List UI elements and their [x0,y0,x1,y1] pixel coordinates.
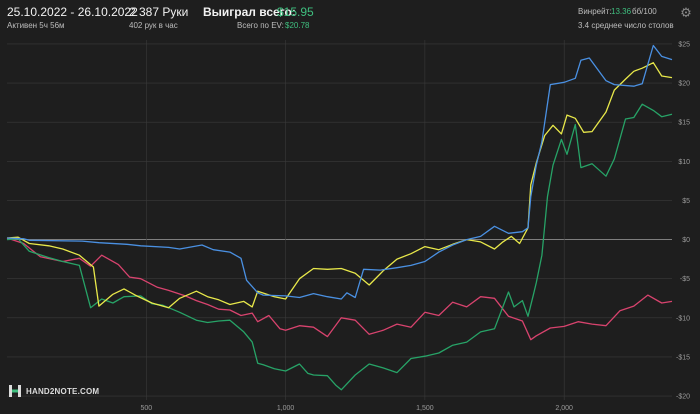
y-tick-label: $25 [678,41,690,48]
y-tick-label: -$5 [680,276,690,283]
y-tick-label: $0 [682,237,690,244]
y-axis-ticks: $25 $20 $15 $10 $5 $0 -$5 -$10 -$15 -$20 [676,41,690,400]
chart-grid [7,40,672,400]
series-line-green [6,103,673,391]
y-tick-label: $15 [678,120,690,127]
y-tick-label: $5 [682,198,690,205]
chart-series [6,44,673,391]
hand2note-logo: HAND2NOTE.COM [8,383,99,399]
logo-text: HAND2NOTE.COM [26,386,100,396]
y-tick-label: -$20 [676,394,690,401]
y-tick-label: -$15 [676,354,690,361]
line-chart: $25 $20 $15 $10 $5 $0 -$5 -$10 -$15 -$20 500 1,000… [6,40,690,412]
series-line-red [6,237,673,341]
hand2note-logo-icon [9,385,21,397]
x-axis-ticks: 500 1,000 1,500 2,000 [140,405,573,412]
y-tick-label: $10 [678,159,690,166]
x-tick-label: 500 [140,405,152,412]
y-tick-label: -$10 [676,315,690,322]
x-tick-label: 1,500 [416,405,434,412]
y-tick-label: $20 [678,81,690,88]
x-tick-label: 1,000 [277,405,295,412]
series-line-yellow [6,62,673,309]
series-line-blue [6,44,673,300]
x-tick-label: 2,000 [555,405,573,412]
